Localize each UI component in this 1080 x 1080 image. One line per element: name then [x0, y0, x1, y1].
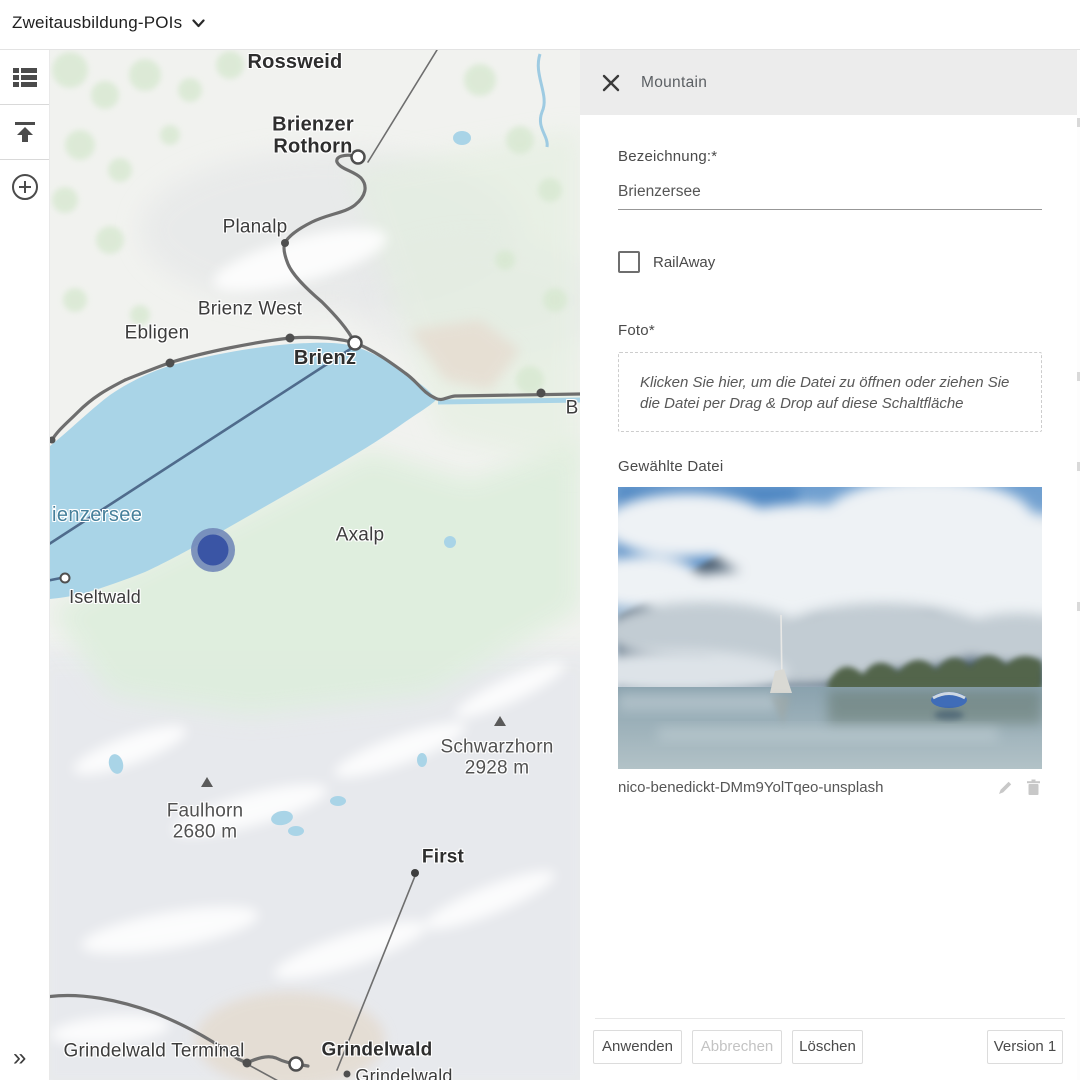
attribute-panel: Mountain Bezeichnung:* Brienzersee RailA…	[580, 50, 1080, 1080]
map-label-grindelwald-2: Grindelwald	[355, 1066, 452, 1080]
close-icon[interactable]	[601, 73, 621, 93]
bezeichnung-label: Bezeichnung:*	[618, 148, 717, 165]
map-label-grindelwald-terminal: Grindelwald Terminal	[63, 1040, 244, 1061]
delete-file-icon[interactable]	[1025, 779, 1042, 796]
file-dropzone[interactable]: Klicken Sie hier, um die Datei zu öffnen…	[618, 352, 1042, 432]
stream	[538, 54, 547, 147]
map-label-iseltwald: Iseltwald	[69, 587, 141, 607]
dropzone-hint: Klicken Sie hier, um die Datei zu öffnen…	[640, 373, 1023, 414]
selected-file-photo	[618, 487, 1042, 769]
top-bar: Zweitausbildung-POIs	[0, 0, 1080, 50]
layer-list-button[interactable]	[0, 50, 49, 105]
footer-divider	[595, 1018, 1065, 1019]
add-point-button[interactable]	[0, 160, 49, 214]
left-toolbar: »	[0, 50, 50, 1080]
map-label-brienzersee-lake: ienzersee	[52, 504, 142, 526]
map-label-rossweid: Rossweid	[248, 51, 343, 73]
map-canvas[interactable]: Rossweid Brienzer Rothorn Planalp Brienz…	[50, 50, 580, 1080]
map-label-brienzer-rothorn: Brienzer Rothorn	[272, 114, 354, 159]
map-label-brienz-west: Brienz West	[198, 298, 302, 319]
panel-title: Mountain	[641, 74, 707, 92]
poi-marker[interactable]	[191, 528, 235, 572]
river-aare	[438, 400, 580, 402]
railaway-checkbox[interactable]	[618, 251, 640, 273]
version-button[interactable]: Version 1	[987, 1030, 1063, 1064]
railaway-checkbox-row[interactable]: RailAway	[618, 251, 715, 273]
workspace-title: Zweitausbildung-POIs	[12, 13, 182, 33]
map-graphics	[50, 50, 580, 1080]
double-chevron-right-icon: »	[13, 1044, 26, 1071]
selected-file-row: nico-benedickt-DMm9YolTqeo-unsplash	[618, 779, 1042, 796]
map-label-schwarzhorn: Schwarzhorn 2928 m	[440, 737, 553, 780]
bezeichnung-input[interactable]: Brienzersee	[618, 174, 1042, 210]
upload-button[interactable]	[0, 105, 49, 160]
delete-button[interactable]: Löschen	[792, 1030, 863, 1064]
upload-icon	[14, 121, 36, 143]
selected-file-name: nico-benedickt-DMm9YolTqeo-unsplash	[618, 779, 986, 796]
add-icon	[11, 173, 39, 201]
selected-file-label: Gewählte Datei	[618, 458, 723, 475]
map-label-b-cut: B	[566, 397, 579, 418]
map-label-first: First	[422, 846, 464, 867]
map-label-ebligen: Ebligen	[125, 322, 190, 343]
panel-header: Mountain	[580, 50, 1080, 115]
apply-button[interactable]: Anwenden	[593, 1030, 682, 1064]
layer-list-icon	[13, 68, 37, 87]
cancel-button[interactable]: Abbrechen	[692, 1030, 782, 1064]
map-label-faulhorn: Faulhorn 2680 m	[167, 801, 244, 844]
railaway-label: RailAway	[653, 254, 715, 271]
chevron-down-icon	[192, 19, 205, 28]
map-label-planalp: Planalp	[223, 216, 288, 237]
map-label-grindelwald: Grindelwald	[322, 1039, 433, 1060]
map-label-axalp: Axalp	[336, 524, 385, 545]
expand-toolbar-button[interactable]: »	[13, 1046, 26, 1070]
map-label-brienz: Brienz	[294, 347, 356, 369]
foto-label: Foto*	[618, 322, 655, 339]
workspace-selector[interactable]: Zweitausbildung-POIs	[12, 13, 205, 33]
edit-file-icon[interactable]	[997, 779, 1014, 796]
